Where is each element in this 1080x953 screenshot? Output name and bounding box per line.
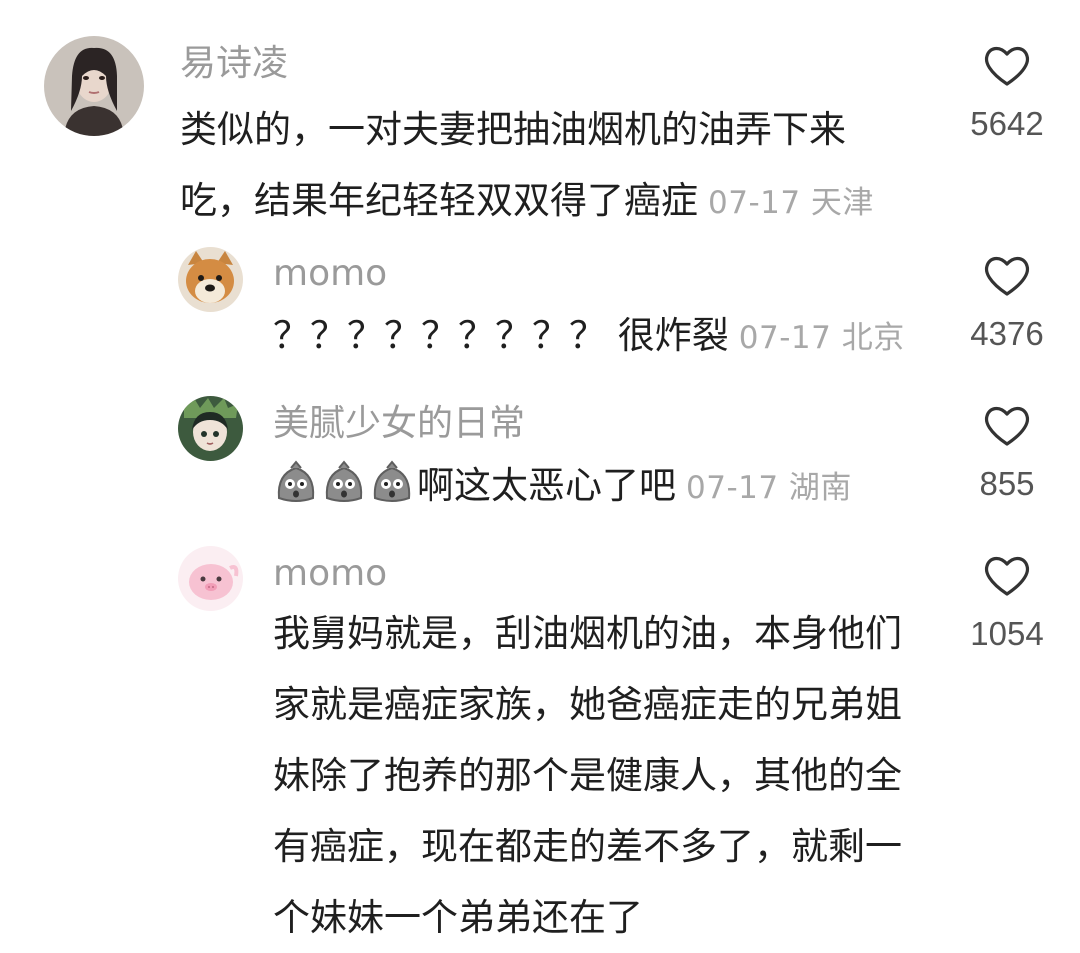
comment-body[interactable]: 类似的，一对夫妻把抽油烟机的油弄下来吃，结果年纪轻轻双双得了癌症 07-17 天津 — [180, 94, 900, 239]
comment-author[interactable]: 美腻少女的日常 — [273, 402, 525, 446]
comment-author[interactable]: momo — [273, 552, 387, 596]
avatar[interactable] — [178, 396, 243, 461]
avatar-pink-pig-icon — [178, 546, 243, 611]
comment-meta: 07-17 天津 — [708, 185, 874, 221]
comment-text: 我舅妈就是，刮油烟机的油，本身他们家就是癌症家族，她爸癌症走的兄弟姐妹除了抱养的… — [273, 612, 902, 939]
comment-body[interactable]: ？？？？？？？？？ 很炸裂 07-17 北京 — [273, 300, 913, 374]
like-button[interactable]: 5642 — [947, 44, 1067, 144]
avatar-photo-woman-icon — [44, 36, 144, 136]
comment-author[interactable]: 易诗凌 — [180, 42, 288, 86]
heart-icon — [984, 46, 1030, 86]
shocked-emoji-icon — [373, 460, 411, 502]
avatar[interactable] — [44, 36, 144, 136]
heart-icon — [984, 406, 1030, 446]
avatar[interactable] — [178, 247, 243, 312]
heart-icon — [984, 556, 1030, 596]
comment-text: ？？？？？？？？？ 很炸裂 — [273, 314, 729, 357]
avatar[interactable] — [178, 546, 243, 611]
like-count: 1054 — [970, 615, 1044, 652]
comment-meta: 07-17 北京 — [738, 320, 905, 356]
like-button[interactable]: 1054 — [947, 554, 1067, 654]
shocked-emoji-icon — [325, 460, 363, 502]
like-count: 4376 — [970, 315, 1044, 352]
comment-text: 啊这太恶心了吧 — [417, 464, 676, 507]
comment-meta: 07-17 湖南 — [686, 470, 852, 506]
like-count: 5642 — [970, 105, 1044, 142]
avatar-dog-icon — [178, 247, 243, 312]
like-button[interactable]: 4376 — [947, 254, 1067, 354]
comment-body[interactable]: 我舅妈就是，刮油烟机的油，本身他们家就是癌症家族，她爸癌症走的兄弟姐妹除了抱养的… — [273, 598, 913, 953]
like-count: 855 — [979, 465, 1035, 502]
avatar-anime-girl-icon — [178, 396, 243, 461]
heart-icon — [984, 256, 1030, 296]
like-button[interactable]: 855 — [947, 404, 1067, 504]
shocked-emoji-icon — [277, 460, 315, 502]
comment-body[interactable]: 啊这太恶心了吧 07-17 湖南 — [273, 450, 913, 524]
comment-author[interactable]: momo — [273, 252, 387, 296]
